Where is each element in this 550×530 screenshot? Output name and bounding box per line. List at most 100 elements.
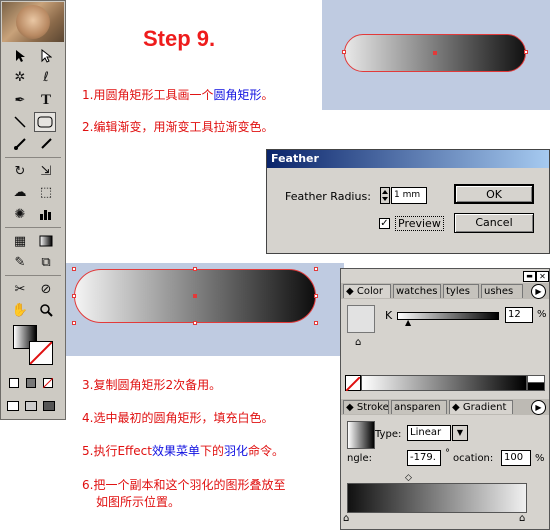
feather-radius-stepper[interactable] <box>380 187 390 204</box>
location-unit: % <box>535 453 545 464</box>
ok-button[interactable]: OK <box>454 184 534 204</box>
minimize-icon[interactable]: ▬ <box>523 271 536 282</box>
chevron-down-icon[interactable]: ▼ <box>452 425 468 441</box>
screen-mode-full-icon[interactable] <box>41 396 57 416</box>
selection-handle <box>342 50 346 54</box>
warp-tool-icon[interactable]: ☁ <box>9 182 31 202</box>
gradient-stop-black-icon[interactable]: ⌂ <box>343 513 349 524</box>
eyedropper-tool-icon[interactable]: ✎ <box>9 252 31 272</box>
lasso-tool-icon[interactable]: ℓ <box>35 67 57 87</box>
screen-mode-menu-icon[interactable] <box>23 396 39 416</box>
symbol-sprayer-tool-icon[interactable]: ✺ <box>9 204 31 224</box>
color-mode-icon[interactable] <box>7 373 21 393</box>
scale-tool-icon[interactable]: ⇲ <box>35 161 57 181</box>
instruction-4: 4.选中最初的圆角矩形，填充白色。 <box>82 411 274 425</box>
zoom-tool-icon[interactable] <box>35 300 57 320</box>
angle-input[interactable]: -179. <box>407 450 441 466</box>
gradient-slider[interactable] <box>347 483 527 513</box>
k-unit: % <box>537 309 547 320</box>
free-transform-tool-icon[interactable]: ⬚ <box>35 182 57 202</box>
mesh-tool-icon[interactable]: ▦ <box>9 231 31 251</box>
tab-brushes[interactable]: ushes <box>481 284 523 298</box>
feather-radius-input[interactable]: 1 mm <box>391 187 427 204</box>
feather-dialog: Feather Feather Radius: 1 mm ✓ Preview O… <box>266 149 550 254</box>
selection-handle <box>314 294 318 298</box>
cancel-button[interactable]: Cancel <box>454 213 534 233</box>
tab-swatches[interactable]: watches <box>393 284 441 298</box>
center-point <box>193 294 197 298</box>
gradient-type-label: Type: <box>375 429 402 440</box>
magic-wand-tool-icon[interactable]: ✲ <box>9 67 31 87</box>
illustration-middle <box>66 263 344 356</box>
tab-transparency[interactable]: ansparen <box>391 400 447 414</box>
hand-tool-icon[interactable]: ✋ <box>9 300 31 320</box>
degree-sign: ° <box>445 448 450 459</box>
screen-mode-standard-icon[interactable] <box>5 396 21 416</box>
instruction-5: 5.执行Effect效果菜单下的羽化命令。 <box>82 442 284 459</box>
instruction-6-line2: 如图所示位置。 <box>96 495 181 509</box>
panel-menu-icon[interactable]: ▶ <box>531 284 546 299</box>
preview-label: Preview <box>395 216 444 231</box>
paintbrush-tool-icon[interactable] <box>9 134 31 154</box>
tab-gradient-label: Gradient <box>462 402 507 413</box>
blend-tool-icon[interactable]: ⧉ <box>35 252 57 272</box>
selection-handle <box>193 267 197 271</box>
instruction-5-highlight-menu: 效果菜单 <box>152 444 201 458</box>
instruction-1-text: 1.用圆角矩形工具画一个 <box>82 88 214 102</box>
rounded-rectangle-tool-icon[interactable] <box>34 112 56 132</box>
instruction-1: 1.用圆角矩形工具画一个圆角矩形。 <box>82 86 273 103</box>
palette-header-image <box>2 2 64 42</box>
instruction-5-end: 命令。 <box>248 444 285 458</box>
gradient-stop-white-icon[interactable]: ⌂ <box>519 513 525 524</box>
color-ramp[interactable] <box>361 375 527 391</box>
tab-styles[interactable]: tyles <box>443 284 479 298</box>
type-tool-icon[interactable]: T <box>35 90 57 110</box>
gradient-tool-icon[interactable] <box>35 231 57 251</box>
selection-handle <box>524 50 528 54</box>
instruction-1-end: 。 <box>261 88 274 102</box>
line-tool-icon[interactable] <box>9 112 31 132</box>
midpoint-diamond-icon[interactable]: ◇ <box>405 473 412 483</box>
tab-color[interactable]: ◆ Color <box>343 284 391 298</box>
color-gradient-palette: ▬ ✕ ◆ Color watches tyles ushes ▶ ⌂ K ▲ … <box>340 268 550 530</box>
none-mode-icon[interactable] <box>41 373 55 393</box>
black-swatch[interactable] <box>527 382 545 391</box>
gradient-type-select[interactable]: Linear <box>407 425 451 441</box>
feather-radius-label: Feather Radius: <box>285 190 371 203</box>
graph-tool-icon[interactable] <box>35 204 57 224</box>
instruction-5-highlight-feather: 羽化 <box>224 444 249 458</box>
current-color-swatch[interactable] <box>347 305 375 333</box>
selection-tool-icon[interactable] <box>9 46 31 66</box>
selection-handle <box>314 321 318 325</box>
selection-handle <box>193 321 197 325</box>
selection-handle <box>72 321 76 325</box>
location-input[interactable]: 100 <box>501 450 531 466</box>
rotate-tool-icon[interactable]: ↻ <box>9 161 31 181</box>
k-slider-track[interactable] <box>397 312 499 320</box>
slice-tool-icon[interactable]: ⊘ <box>35 279 57 299</box>
tab-stroke-label: Stroke <box>356 402 389 413</box>
pen-tool-icon[interactable]: ✒ <box>9 90 31 110</box>
scissors-tool-icon[interactable]: ✂ <box>9 279 31 299</box>
illustration-top <box>322 0 550 110</box>
close-icon[interactable]: ✕ <box>536 271 549 282</box>
tab-gradient[interactable]: ◆ Gradient <box>449 400 513 414</box>
angle-label: ngle: <box>347 453 372 464</box>
instruction-5-mid: 下的 <box>200 444 225 458</box>
stroke-swatch[interactable] <box>29 341 53 365</box>
gradient-preview-swatch[interactable] <box>347 421 375 449</box>
instruction-1-highlight: 圆角矩形 <box>213 88 262 102</box>
gradient-tab-row: ◆ Stroke ansparen ◆ Gradient ▶ <box>341 399 549 415</box>
k-value-input[interactable]: 12 <box>505 307 533 323</box>
pencil-tool-icon[interactable] <box>35 134 57 154</box>
gradient-mode-icon[interactable] <box>24 373 38 393</box>
k-slider-thumb[interactable]: ▲ <box>405 318 411 327</box>
instruction-5-text: 5.执行Effect <box>82 444 152 458</box>
location-label: ocation: <box>453 453 494 464</box>
tab-stroke[interactable]: ◆ Stroke <box>343 400 389 414</box>
selection-handle <box>72 267 76 271</box>
none-swatch[interactable] <box>345 375 361 392</box>
direct-selection-tool-icon[interactable] <box>35 46 57 66</box>
preview-checkbox[interactable]: ✓ <box>379 218 390 229</box>
panel-menu-icon[interactable]: ▶ <box>531 400 546 415</box>
